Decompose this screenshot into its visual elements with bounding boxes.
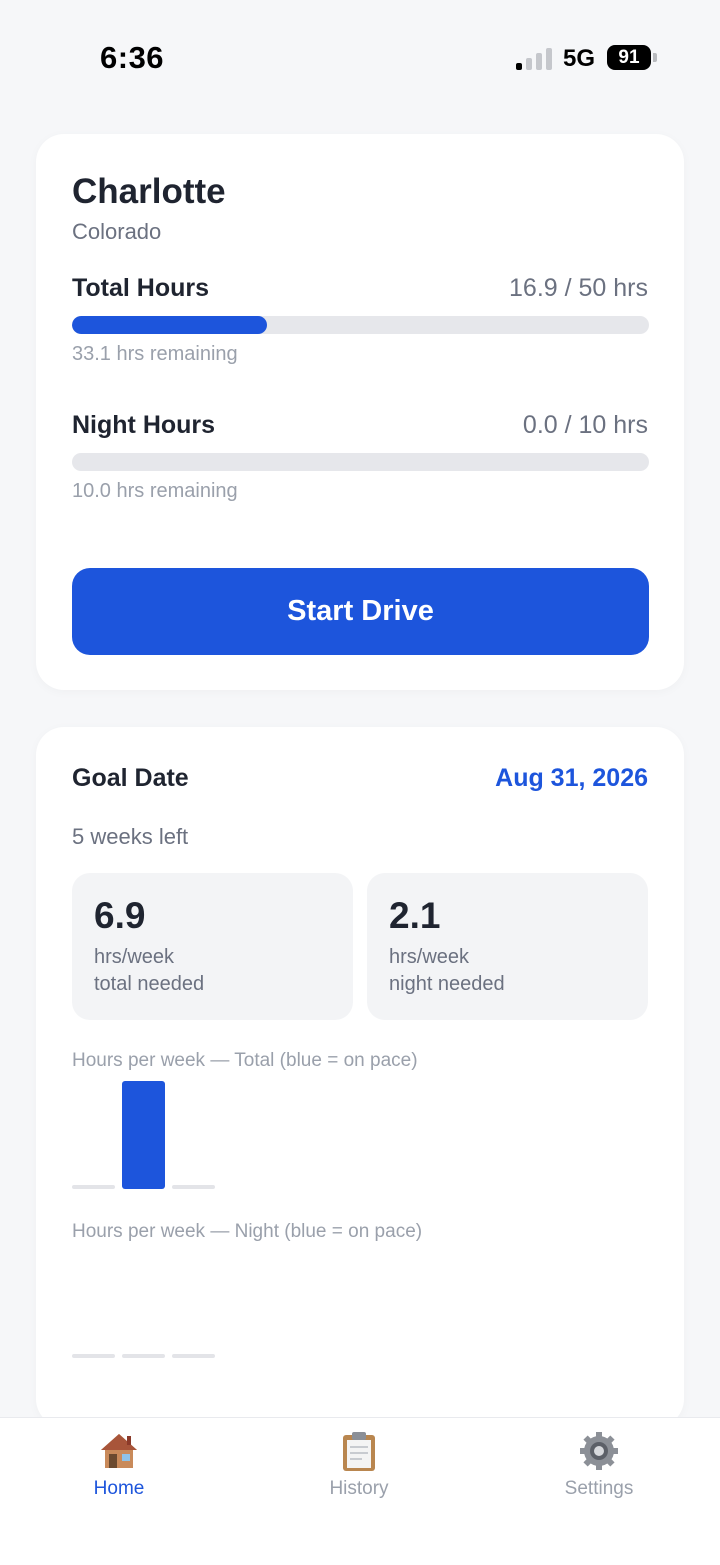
total-hours-progress-fill <box>72 316 268 334</box>
total-hours-remaining: 33.1 hrs remaining <box>72 343 238 365</box>
night-chart-caption: Hours per week — Night (blue = on pace) <box>72 1221 423 1242</box>
night-needed-number: 2.1 <box>389 895 441 936</box>
night-chart-bar-3 <box>172 1354 215 1358</box>
learner-name: Charlotte <box>72 172 226 211</box>
total-needed-number: 6.9 <box>94 895 146 936</box>
night-hours-remaining: 10.0 hrs remaining <box>72 480 238 502</box>
total-chart-bar-1 <box>72 1185 115 1189</box>
status-time: 6:36 <box>100 40 165 75</box>
tab-history[interactable]: History <box>279 1430 439 1520</box>
total-needed-desc: total needed <box>94 973 205 995</box>
total-hours-chart <box>72 1081 215 1189</box>
battery-level: 91 <box>618 46 640 68</box>
goal-date-value[interactable]: Aug 31, 2026 <box>495 764 648 793</box>
network-type: 5G <box>563 45 596 72</box>
battery-icon: 91 <box>607 45 651 70</box>
goal-card: Goal Date Aug 31, 2026 5 weeks left 6.9 … <box>36 727 684 1427</box>
start-drive-button[interactable]: Start Drive <box>72 568 649 655</box>
tab-home[interactable]: Home <box>39 1430 199 1520</box>
total-hours-progress-bar <box>72 316 649 334</box>
goal-date-label: Goal Date <box>72 764 189 792</box>
total-needed-stat: 6.9 hrs/week total needed <box>72 873 353 1020</box>
tab-bar: Home History Settings <box>0 1417 720 1565</box>
total-chart-bar-2 <box>122 1081 165 1189</box>
night-needed-desc: night needed <box>389 973 505 995</box>
night-hours-label: Night Hours <box>72 411 216 439</box>
home-screen: 6:36 5G 91 Charlotte Colorado Total Hour… <box>0 0 720 1565</box>
total-hours-label: Total Hours <box>72 274 210 302</box>
night-chart-bar-1 <box>72 1354 115 1358</box>
total-hours-value: 16.9 / 50 hrs <box>509 274 648 302</box>
weeks-left: 5 weeks left <box>72 824 189 849</box>
night-needed-unit: hrs/week <box>389 946 470 968</box>
night-needed-stat: 2.1 hrs/week night needed <box>367 873 648 1020</box>
learner-state: Colorado <box>72 219 162 244</box>
progress-card: Charlotte Colorado Total Hours 16.9 / 50… <box>36 134 684 690</box>
battery-cap <box>653 53 657 62</box>
total-chart-bar-3 <box>172 1185 215 1189</box>
total-chart-caption: Hours per week — Total (blue = on pace) <box>72 1050 418 1071</box>
tab-history-label: History <box>329 1478 389 1499</box>
status-bar: 6:36 5G 91 <box>0 0 720 110</box>
gear-icon <box>579 1430 619 1472</box>
house-icon <box>99 1430 139 1472</box>
night-hours-chart <box>72 1354 215 1358</box>
tab-settings[interactable]: Settings <box>519 1430 679 1520</box>
night-hours-progress-bar <box>72 453 649 471</box>
tab-settings-label: Settings <box>564 1478 634 1499</box>
cellular-signal-icon <box>516 46 552 70</box>
night-chart-bar-2 <box>122 1354 165 1358</box>
total-needed-unit: hrs/week <box>94 946 175 968</box>
tab-home-label: Home <box>93 1478 145 1499</box>
night-hours-value: 0.0 / 10 hrs <box>522 411 648 439</box>
clipboard-icon <box>339 1430 379 1472</box>
